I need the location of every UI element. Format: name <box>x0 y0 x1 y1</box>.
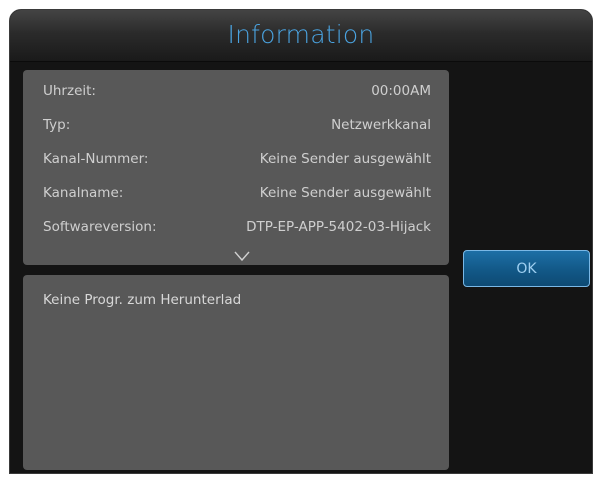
description-text: Keine Progr. zum Herunterlad <box>43 292 242 308</box>
information-dialog: Information Uhrzeit: 00:00AM Typ: Netzwe… <box>9 9 593 474</box>
info-label-type: Typ: <box>43 117 71 133</box>
description-panel: Keine Progr. zum Herunterlad <box>23 275 449 470</box>
info-label-software-version: Softwareversion: <box>43 219 157 235</box>
title-bar: Information <box>10 10 592 62</box>
info-value-channel-number: Keine Sender ausgewählt <box>259 151 431 167</box>
info-value-type: Netzwerkkanal <box>331 117 431 133</box>
info-value-software-version: DTP-EP-APP-5402-03-Hijack <box>246 219 431 235</box>
chevron-down-icon[interactable] <box>233 250 251 262</box>
ok-button[interactable]: OK <box>463 250 590 287</box>
info-row-channel-number: Kanal-Nummer: Keine Sender ausgewählt <box>43 151 431 175</box>
info-label-channel-number: Kanal-Nummer: <box>43 151 149 167</box>
info-row-type: Typ: Netzwerkkanal <box>43 117 431 141</box>
info-row-software-version: Softwareversion: DTP-EP-APP-5402-03-Hija… <box>43 219 431 243</box>
info-value-time: 00:00AM <box>371 83 431 99</box>
info-row-time: Uhrzeit: 00:00AM <box>43 83 431 107</box>
info-panel[interactable]: Uhrzeit: 00:00AM Typ: Netzwerkkanal Kana… <box>23 70 449 265</box>
dialog-title: Information <box>227 20 375 49</box>
info-value-channel-name: Keine Sender ausgewählt <box>259 185 431 201</box>
info-label-time: Uhrzeit: <box>43 83 96 99</box>
info-label-channel-name: Kanalname: <box>43 185 124 201</box>
info-row-channel-name: Kanalname: Keine Sender ausgewählt <box>43 185 431 209</box>
